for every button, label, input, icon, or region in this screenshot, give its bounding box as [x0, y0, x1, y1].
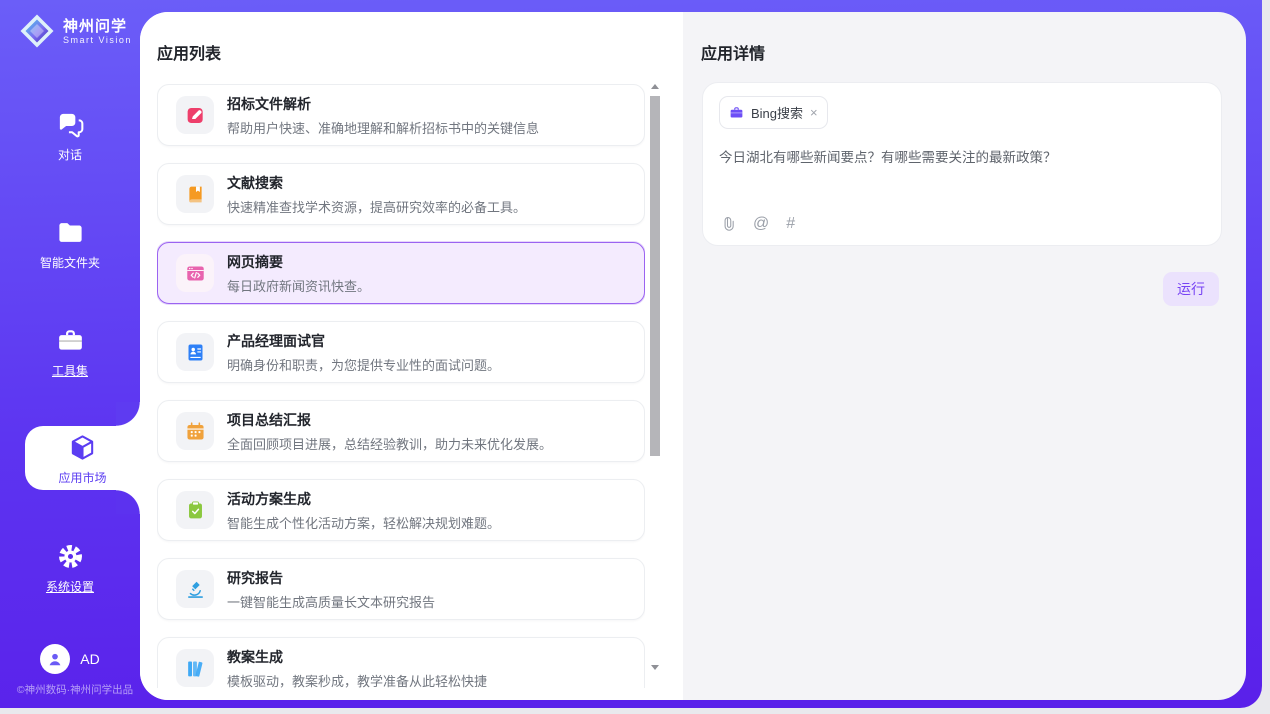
diamond-logo-icon: [19, 13, 55, 49]
sidebar-item-label: 智能文件夹: [40, 254, 100, 271]
tool-tag-label: Bing搜索: [751, 103, 803, 122]
pen-square-icon: [176, 96, 214, 134]
app-card-desc: 每日政府新闻资讯快查。: [227, 276, 370, 295]
app-card-desc: 一键智能生成高质量长文本研究报告: [227, 592, 435, 611]
app-card-title: 项目总结汇报: [227, 410, 552, 430]
sidebar-item-label: 系统设置: [46, 578, 94, 595]
hash-icon[interactable]: #: [786, 215, 795, 233]
query-input[interactable]: 今日湖北有哪些新闻要点？有哪些需要关注的最新政策？: [719, 146, 1205, 166]
app-card-title: 网页摘要: [227, 252, 370, 272]
tool-tag-bing-search[interactable]: Bing搜索 ×: [719, 96, 828, 129]
user-avatar[interactable]: [40, 644, 70, 674]
books-icon: [176, 649, 214, 687]
brand-subtitle: Smart Vision: [63, 35, 132, 45]
app-card-title: 产品经理面试官: [227, 331, 500, 351]
app-list-panel: 应用列表 招标文件解析帮助用户快速、准确地理解和解析招标书中的关键信息文献搜索快…: [140, 12, 683, 700]
sidebar-item-label: 工具集: [52, 362, 88, 379]
app-card-desc: 模板驱动，教案秒成，教学准备从此轻松快捷: [227, 671, 487, 689]
app-card[interactable]: 网页摘要每日政府新闻资讯快查。: [157, 242, 645, 304]
app-card[interactable]: 活动方案生成智能生成个性化活动方案，轻松解决规划难题。: [157, 479, 645, 541]
copyright-text: ©神州数码·神州问学出品: [0, 682, 150, 697]
sidebar-item-app-market[interactable]: 应用市场: [25, 426, 140, 490]
app-window: 神州问学 Smart Vision 对话智能文件夹工具集应用市场系统设置 AD …: [0, 0, 1270, 714]
app-card-title: 研究报告: [227, 568, 435, 588]
app-card-title: 教案生成: [227, 647, 487, 667]
app-card-desc: 帮助用户快速、准确地理解和解析招标书中的关键信息: [227, 118, 539, 137]
toolbox-icon: [0, 326, 140, 358]
scroll-up-arrow-icon[interactable]: [650, 82, 660, 92]
brand-name: 神州问学: [63, 18, 132, 35]
run-button[interactable]: 运行: [1163, 272, 1219, 306]
user-name: AD: [80, 651, 99, 667]
user-row: AD: [0, 644, 140, 674]
chat-icon: [0, 110, 140, 142]
sidebar-item-toolset[interactable]: 工具集: [0, 326, 140, 390]
app-card-desc: 明确身份和职责，为您提供专业性的面试问题。: [227, 355, 500, 374]
app-card[interactable]: 研究报告一键智能生成高质量长文本研究报告: [157, 558, 645, 620]
resume-icon: [176, 333, 214, 371]
browser-code-icon: [176, 254, 214, 292]
app-detail-panel: 应用详情 Bing搜索 × 今日湖北有哪些新闻要点？有哪些需要关注的最新政策？: [683, 12, 1246, 700]
brand-logo: 神州问学 Smart Vision: [19, 13, 132, 49]
app-card-desc: 全面回顾项目进展，总结经验教训，助力未来优化发展。: [227, 434, 552, 453]
app-card-desc: 快速精准查找学术资源，提高研究效率的必备工具。: [227, 197, 526, 216]
calendar-icon: [176, 412, 214, 450]
sidebar-item-chat[interactable]: 对话: [0, 110, 140, 174]
at-icon[interactable]: @: [753, 215, 769, 233]
app-card-desc: 智能生成个性化活动方案，轻松解决规划难题。: [227, 513, 500, 532]
gear-icon: [0, 542, 140, 574]
briefcase-icon: [729, 105, 744, 120]
app-card-title: 招标文件解析: [227, 94, 539, 114]
app-list: 招标文件解析帮助用户快速、准确地理解和解析招标书中的关键信息文献搜索快速精准查找…: [157, 84, 645, 688]
book-icon: [176, 175, 214, 213]
paperclip-icon[interactable]: [719, 216, 736, 233]
app-list-title: 应用列表: [157, 40, 221, 64]
folder-icon: [0, 218, 140, 250]
app-detail-title: 应用详情: [701, 40, 765, 64]
app-card[interactable]: 招标文件解析帮助用户快速、准确地理解和解析招标书中的关键信息: [157, 84, 645, 146]
cube-icon: [25, 433, 140, 465]
sidebar-item-label: 应用市场: [58, 469, 106, 486]
composer-card: Bing搜索 × 今日湖北有哪些新闻要点？有哪些需要关注的最新政策？ @ #: [702, 82, 1222, 246]
app-card-title: 活动方案生成: [227, 489, 500, 509]
main-content: 应用列表 招标文件解析帮助用户快速、准确地理解和解析招标书中的关键信息文献搜索快…: [140, 12, 1246, 700]
person-icon: [45, 649, 65, 669]
composer-toolbar: @ #: [719, 215, 795, 233]
sidebar-item-system-settings[interactable]: 系统设置: [0, 542, 140, 606]
app-card[interactable]: 文献搜索快速精准查找学术资源，提高研究效率的必备工具。: [157, 163, 645, 225]
app-card-title: 文献搜索: [227, 173, 526, 193]
scrollbar-thumb[interactable]: [650, 96, 660, 456]
scroll-down-arrow-icon[interactable]: [650, 662, 660, 672]
sidebar-item-label: 对话: [58, 146, 82, 163]
app-card[interactable]: 项目总结汇报全面回顾项目进展，总结经验教训，助力未来优化发展。: [157, 400, 645, 462]
clipboard-check-icon: [176, 491, 214, 529]
app-card[interactable]: 教案生成模板驱动，教案秒成，教学准备从此轻松快捷: [157, 637, 645, 688]
sidebar-item-smart-folder[interactable]: 智能文件夹: [0, 218, 140, 282]
microscope-icon: [176, 570, 214, 608]
tag-close-icon[interactable]: ×: [810, 106, 818, 119]
app-card[interactable]: 产品经理面试官明确身份和职责，为您提供专业性的面试问题。: [157, 321, 645, 383]
list-scrollbar[interactable]: [650, 82, 660, 672]
